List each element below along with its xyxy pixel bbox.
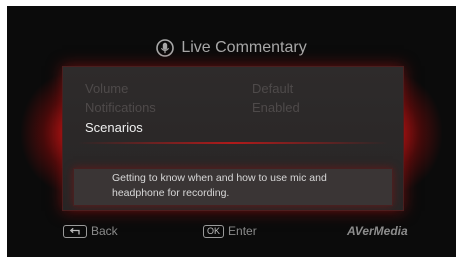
page-header: Live Commentary [7,36,456,60]
microphone-icon [156,39,175,57]
settings-panel: Volume Default Notifications Enabled Sce… [62,66,404,211]
back-label: Back [91,224,118,238]
menu-item-value: Enabled [252,100,300,115]
menu-item-label: Notifications [85,100,156,115]
description-text: Getting to know when and how to use mic … [112,172,327,199]
brand-logo: AVerMedia [347,224,408,238]
page-title: Live Commentary [181,39,307,56]
back-button[interactable]: Back [63,224,118,238]
selection-highlight-line [78,142,388,144]
description-box: Getting to know when and how to use mic … [73,168,393,206]
menu-item-label: Volume [85,81,129,96]
menu-item-notifications[interactable]: Notifications Enabled [85,100,385,118]
menu-item-value: Default [252,81,294,96]
back-key-icon [63,224,87,238]
enter-button[interactable]: OK Enter [203,224,257,238]
menu-item-volume[interactable]: Volume Default [85,81,385,99]
enter-label: Enter [228,224,257,238]
footer-bar: Back OK Enter AVerMedia [7,224,456,240]
menu-item-scenarios[interactable]: Scenarios [85,120,385,138]
menu-item-label: Scenarios [85,120,143,135]
ok-key-icon: OK [203,224,225,238]
device-screen: Live Commentary Volume Default Notificat… [7,6,456,257]
